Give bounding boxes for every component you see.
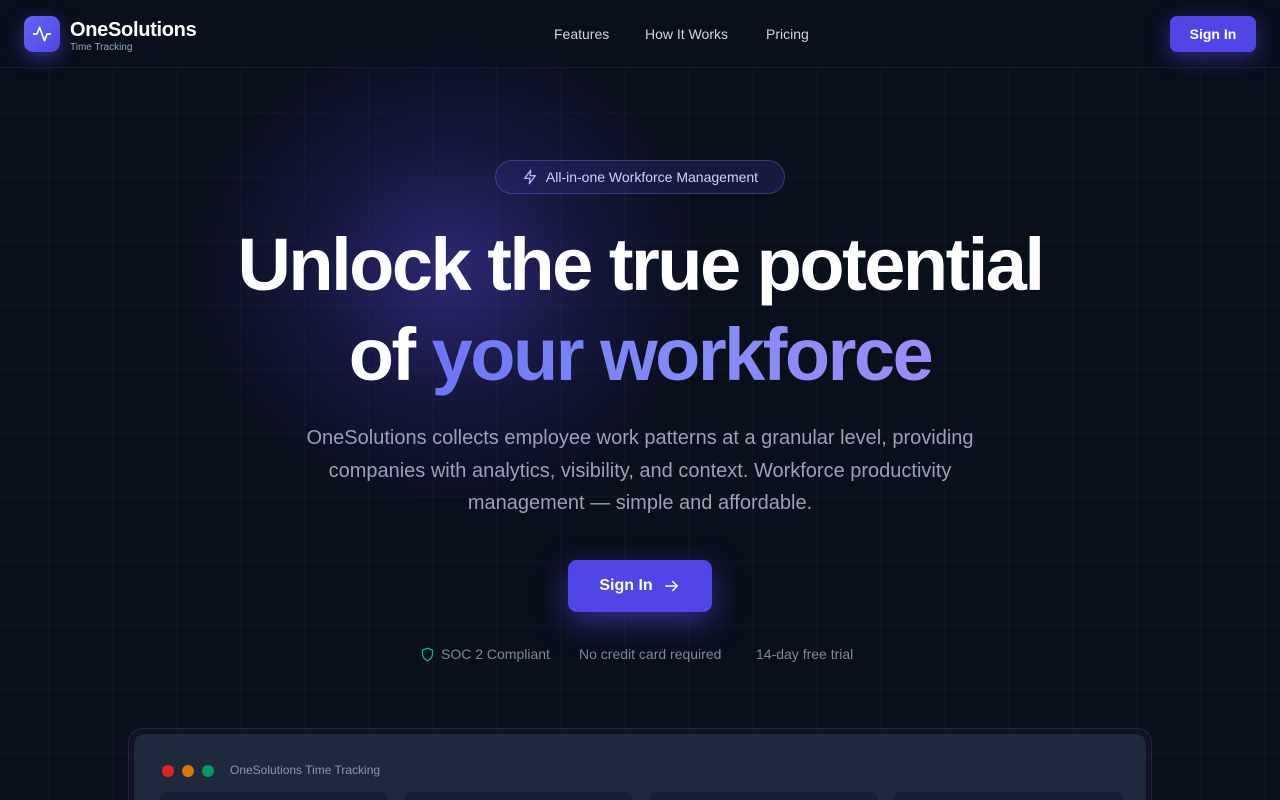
activity-icon [32,26,52,42]
preview-stat-card [403,791,634,800]
window-minimize-dot [182,765,194,777]
landing-page: OneSolutions Time Tracking Features How … [0,0,1280,800]
shield-icon [421,647,434,661]
lightning-icon [523,169,536,185]
hero-title-line-1: Unlock the true potential [237,223,1045,306]
nav-link-how-it-works[interactable]: How It Works [645,25,728,43]
cta-label: Sign In [599,577,653,594]
badge-soc2: SOC 2 Compliant [420,645,550,663]
brand-subtitle: Time Tracking [70,42,133,53]
arrow-right-icon [664,580,678,592]
hero-title-plain: of [348,313,432,396]
feature-pill: All-in-one Workforce Management [495,160,785,194]
window-close-dot [162,765,174,777]
badge-soc2-label: SOC 2 Compliant [441,646,550,662]
hero-description: OneSolutions collects employee work patt… [306,427,974,514]
preview-stat-card [648,791,879,800]
header-sign-in-button[interactable]: Sign In [1170,16,1256,52]
top-nav-bar: OneSolutions Time Tracking Features How … [0,0,1280,68]
hero-title-line-2: of your workforce [0,315,1280,395]
pill-label: All-in-one Workforce Management [545,169,759,185]
preview-window-title: OneSolutions Time Tracking [230,763,381,777]
badge-free-trial: 14-day free trial [756,646,854,662]
hero-title-accent: your workforce [431,313,934,396]
window-maximize-dot [202,765,214,777]
preview-stat-card [893,791,1124,800]
nav-link-features[interactable]: Features [554,25,609,43]
nav-link-pricing[interactable]: Pricing [766,25,809,43]
app-preview-inner: OneSolutions Time Tracking [134,734,1146,800]
logo[interactable] [24,16,60,52]
badge-no-credit-card: No credit card required [579,646,722,662]
brand-name: OneSolutions [70,19,197,41]
hero-sign-in-button[interactable]: Sign In [568,560,712,612]
preview-stat-card [158,791,389,800]
app-preview-window: OneSolutions Time Tracking [128,728,1152,800]
